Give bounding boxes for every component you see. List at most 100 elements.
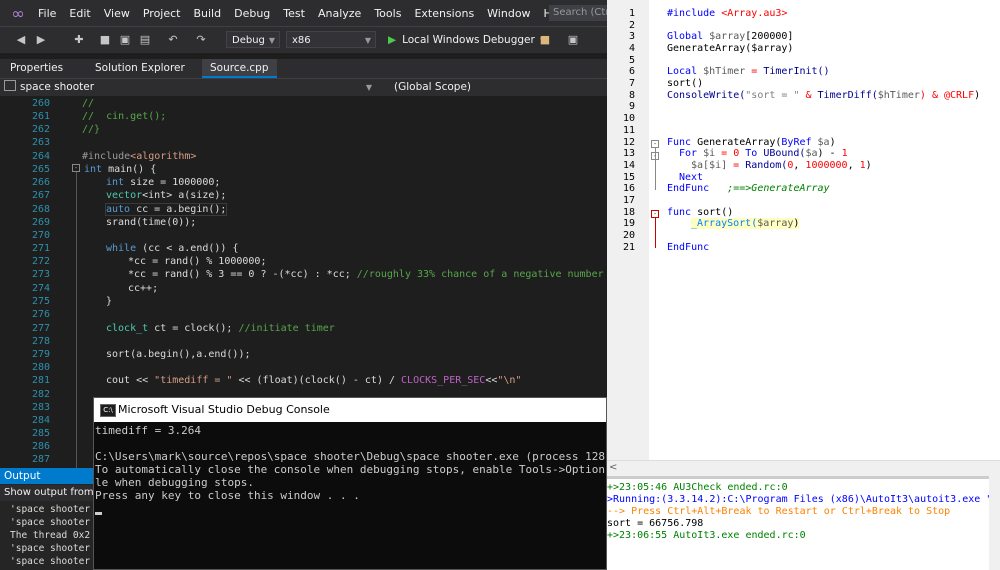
code-token: $a: [805, 148, 818, 159]
local-windows-debugger-button[interactable]: ▶ Local Windows Debugger ▼: [388, 31, 546, 49]
code-token: (cc < a.end()) {: [136, 243, 239, 254]
line-number: 269: [31, 217, 50, 228]
console-line: C:\Users\mark\source\repos\space shooter…: [95, 450, 605, 463]
code-token: $hTimer: [877, 90, 920, 101]
scite-line-number: 12: [622, 137, 635, 148]
tab-source-cpp[interactable]: Source.cpp: [202, 59, 277, 78]
camera-icon[interactable]: ▣: [566, 33, 580, 47]
scite-code-line-4: GenerateArray($array): [667, 43, 794, 54]
scroll-left-icon[interactable]: <: [609, 462, 617, 473]
undo-icon[interactable]: ↶: [166, 33, 180, 47]
line-number: 261: [31, 111, 50, 122]
scite-code-line-3: Global $array[200000]: [667, 31, 793, 42]
scite-output-text: sort = 66756.798: [607, 518, 704, 529]
tab-properties[interactable]: Properties: [10, 59, 63, 78]
code-token: @CRLF: [944, 90, 975, 101]
line-number: 280: [31, 362, 50, 373]
save-all-icon[interactable]: ▤: [138, 33, 152, 47]
menu-file[interactable]: File: [38, 7, 56, 20]
console-icon: C:\: [100, 404, 116, 417]
scite-code-line-18: func sort(): [667, 207, 733, 218]
configuration-dropdown[interactable]: Debug ▼: [226, 31, 280, 48]
menu-window[interactable]: Window: [487, 7, 530, 20]
play-icon: ▶: [388, 34, 397, 46]
scite-output-pane[interactable]: +>23:05:46 AU3Check ended.rc:0 >Running:…: [607, 476, 1000, 570]
code-line-277: clock_t ct = clock(); //initiate timer: [106, 323, 335, 334]
code-line-281: cout << "timediff = " << (float)(clock()…: [106, 375, 521, 386]
line-number: 262: [31, 124, 50, 135]
code-token: <<: [485, 375, 498, 386]
menu-test[interactable]: Test: [283, 7, 305, 20]
code-token: ) &: [919, 90, 944, 101]
new-project-icon[interactable]: ✚: [72, 33, 86, 47]
fold-guide: [655, 218, 656, 248]
project-name: space shooter: [20, 81, 95, 93]
scite-output-line: --> Press Ctrl+Alt+Break to Restart or C…: [607, 506, 950, 517]
code-line-279: sort(a.begin(),a.end());: [106, 349, 251, 360]
collapse-icon[interactable]: -: [72, 164, 80, 172]
scite-line-number: 6: [628, 66, 635, 77]
code-token: ct = clock();: [148, 323, 239, 334]
folder-icon[interactable]: ■: [538, 33, 552, 47]
menu-analyze[interactable]: Analyze: [318, 7, 361, 20]
console-cursor: [95, 512, 102, 515]
console-line: timediff = 3.264: [95, 424, 201, 437]
scite-output-text: --> Press Ctrl+Alt+Break to Restart or C…: [607, 506, 951, 517]
scite-horizontal-scrollbar[interactable]: <: [607, 460, 1000, 477]
code-token: $a[$i]: [691, 160, 728, 171]
code-token: 1: [841, 148, 848, 159]
code-token: vector: [106, 190, 143, 201]
console-line: To automatically close the console when …: [95, 463, 605, 476]
menu-extensions[interactable]: Extensions: [414, 7, 474, 20]
scite-line-number: 11: [622, 125, 635, 136]
menu-tools[interactable]: Tools: [374, 7, 401, 20]
menu-edit[interactable]: Edit: [69, 7, 90, 20]
code-line-271: while (cc < a.end()) {: [106, 243, 238, 254]
line-number: 270: [31, 230, 50, 241]
code-token: ): [829, 137, 836, 148]
visual-studio-logo-icon: ∞: [11, 3, 25, 23]
code-token: clock_t: [106, 323, 149, 334]
scite-code-editor[interactable]: 1 2 3 4 5 6 7 8 9 10 11 12 13 14 15 16 1…: [607, 0, 1000, 460]
debug-console-title: Microsoft Visual Studio Debug Console: [118, 403, 330, 416]
scope-dropdown[interactable]: (Global Scope): [384, 80, 614, 95]
line-number: 279: [31, 349, 50, 360]
debug-console-window[interactable]: C:\ Microsoft Visual Studio Debug Consol…: [93, 397, 607, 570]
scite-code-line-8: ConsoleWrite("sort = " & TimerDiff($hTim…: [667, 90, 980, 101]
code-token: [200000]: [745, 31, 794, 42]
scite-output-scrollbar[interactable]: [989, 476, 1000, 570]
project-dropdown[interactable]: space shooter ▼: [4, 80, 376, 95]
fold-collapse-icon[interactable]: -: [651, 210, 659, 218]
code-token: $a: [811, 137, 830, 148]
scite-code-line-21: EndFunc: [667, 242, 710, 253]
tab-solution-explorer[interactable]: Solution Explorer: [95, 59, 185, 78]
menu-build[interactable]: Build: [193, 7, 221, 20]
code-token: ,: [847, 160, 860, 171]
line-number: 267: [31, 190, 50, 201]
menu-project[interactable]: Project: [143, 7, 181, 20]
configuration-value: Debug: [232, 35, 265, 46]
search-box[interactable]: Search (Ctrl: [549, 5, 613, 21]
line-number: 284: [31, 415, 50, 426]
code-token: ): [974, 90, 981, 101]
code-token: $array: [703, 31, 746, 42]
menu-view[interactable]: View: [104, 7, 130, 20]
back-icon[interactable]: ◀: [14, 33, 28, 47]
open-folder-icon[interactable]: ■: [98, 33, 112, 47]
code-token: GenerateArray(: [691, 137, 782, 148]
menu-debug[interactable]: Debug: [234, 7, 270, 20]
scite-code-line-13: For $i = 0 To UBound($a) - 1: [679, 148, 848, 159]
code-token: ByRef: [781, 137, 812, 148]
code-line-267: vector<int> a(size);: [106, 190, 226, 201]
forward-icon[interactable]: ▶: [34, 33, 48, 47]
fold-collapse-icon[interactable]: -: [651, 140, 659, 148]
chevron-down-icon: ▼: [365, 83, 372, 92]
save-icon[interactable]: ▣: [118, 33, 132, 47]
line-number: 281: [31, 375, 50, 386]
code-token: #include: [667, 8, 716, 19]
platform-dropdown[interactable]: x86 ▼: [286, 31, 376, 48]
redo-icon[interactable]: ↷: [194, 33, 208, 47]
scite-output-text: >Running:(3.3.14.2):C:\Program Files (x8…: [607, 494, 993, 505]
scite-output-line: +>23:05:46 AU3Check ended.rc:0: [607, 482, 788, 493]
scite-output-text: +>23:06:55 AutoIt3.exe ended.rc:0: [607, 530, 806, 541]
